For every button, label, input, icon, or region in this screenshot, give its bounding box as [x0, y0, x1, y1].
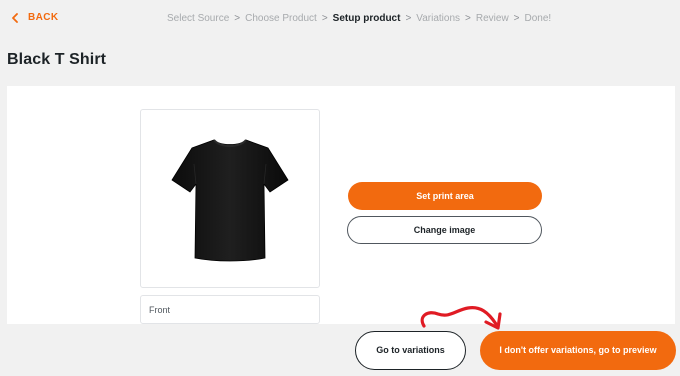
- step-done: Done!: [524, 13, 552, 24]
- chevron-right-icon: >: [405, 13, 412, 24]
- annotation-arrow-icon: [420, 306, 502, 330]
- step-select-source: Select Source: [167, 13, 230, 24]
- chevron-right-icon: >: [465, 13, 471, 24]
- step-review: Review: [475, 13, 509, 24]
- back-button[interactable]: BACK: [11, 12, 59, 23]
- chevron-right-icon: >: [321, 13, 328, 24]
- product-image-card: [140, 109, 320, 288]
- step-variations: Variations: [416, 13, 461, 24]
- image-label-field[interactable]: Front: [140, 295, 320, 324]
- set-print-area-button[interactable]: Set print area: [348, 182, 542, 210]
- chevron-right-icon: >: [513, 13, 520, 24]
- top-bar: BACK Select Source > Choose Product > Se…: [0, 0, 680, 38]
- change-image-button[interactable]: Change image: [347, 216, 542, 244]
- setup-panel: [7, 86, 675, 326]
- chevron-left-icon: [12, 12, 18, 23]
- back-label: BACK: [28, 12, 59, 23]
- tshirt-image: [171, 138, 289, 261]
- page-title: Black T Shirt: [7, 51, 107, 68]
- step-setup-product: Setup product: [332, 13, 401, 24]
- step-choose-product: Choose Product: [245, 13, 317, 24]
- chevron-right-icon: >: [234, 13, 241, 24]
- step-breadcrumb: Select Source > Choose Product > Setup p…: [167, 13, 551, 24]
